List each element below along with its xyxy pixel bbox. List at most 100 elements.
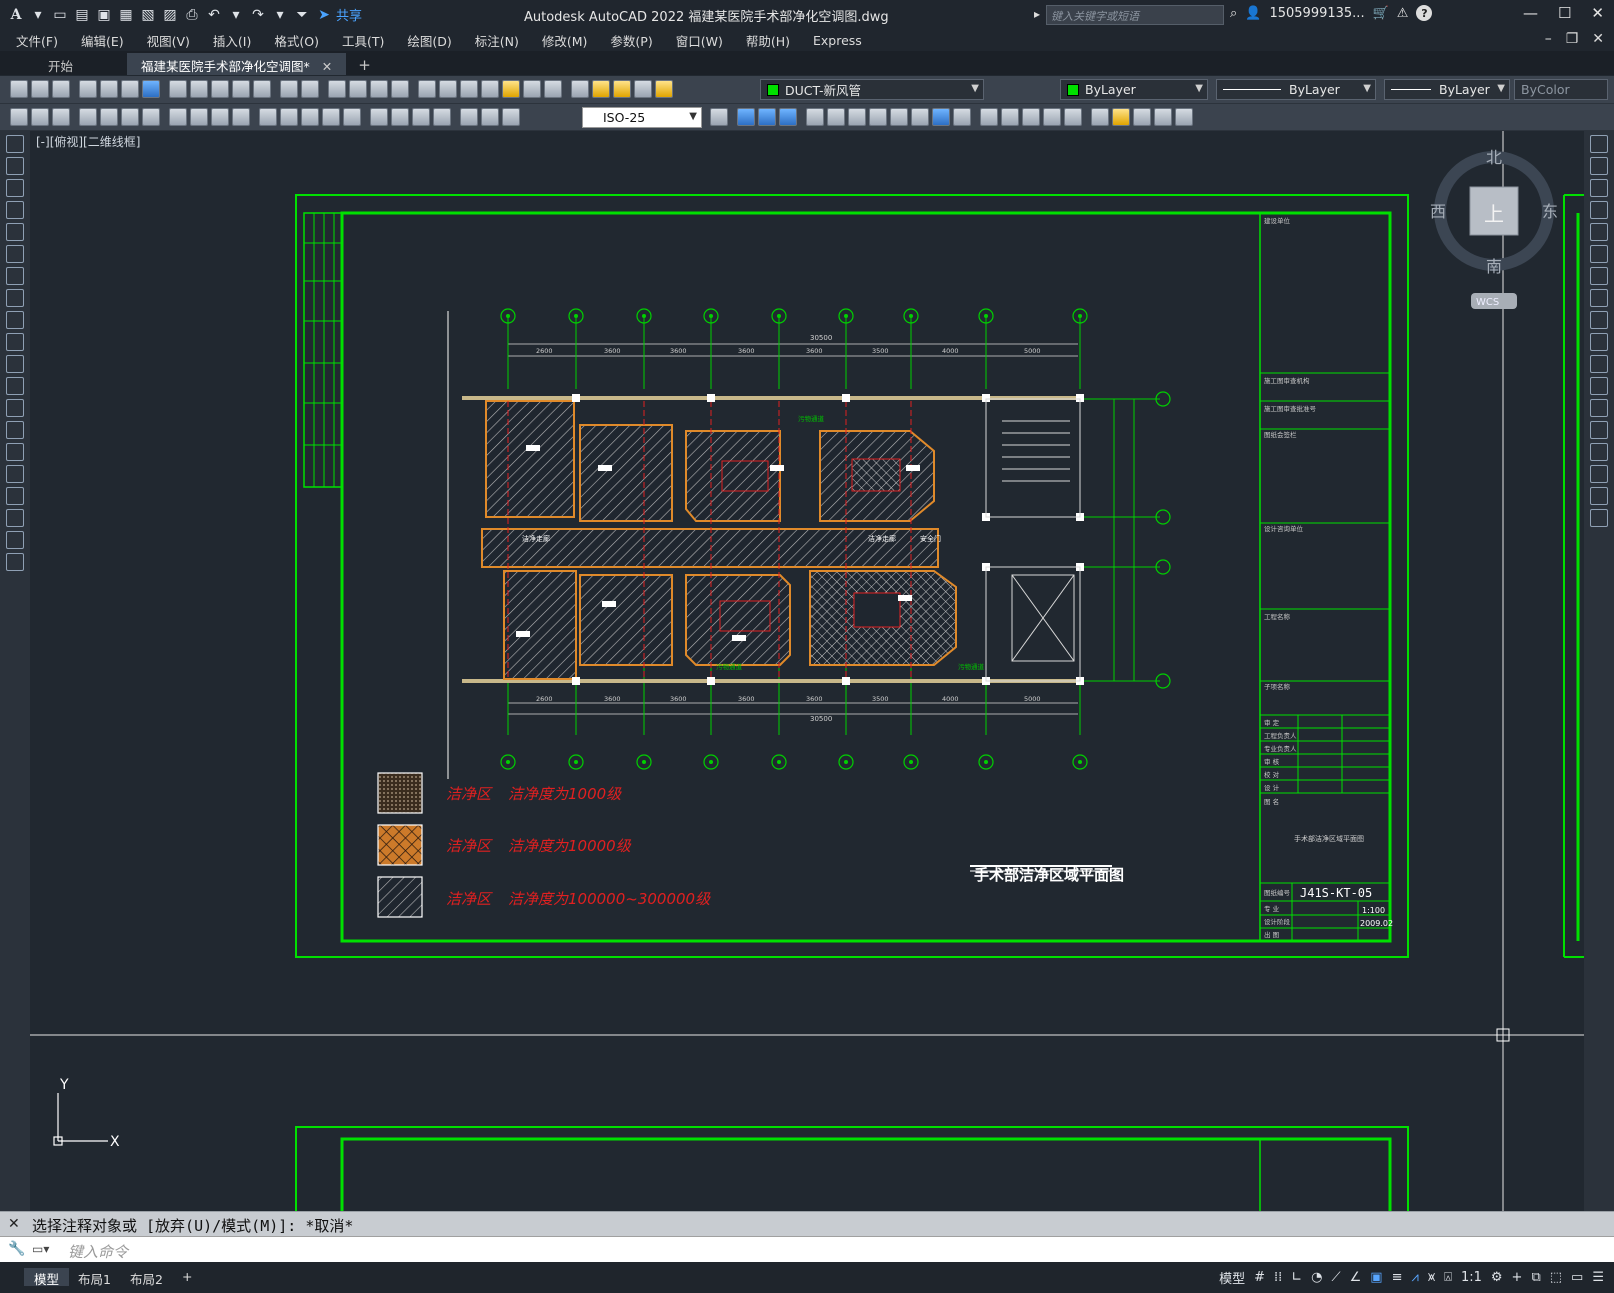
make-block-icon[interactable] (6, 399, 24, 417)
revcloud-icon[interactable] (6, 289, 24, 307)
jogged-linear-icon[interactable] (433, 108, 451, 126)
sheet-set-icon[interactable] (481, 80, 499, 98)
command-line[interactable]: 🔧 ▭▾ 键入命令 (0, 1236, 1614, 1262)
drawing-canvas[interactable]: [-][俯视][二维线框] 建设单位施工图审查机构 施工图审查批准号图纸会签栏 … (30, 131, 1584, 1211)
scale-icon[interactable] (890, 108, 908, 126)
linetype-dropdown[interactable]: ByLayer ▼ (1216, 79, 1376, 100)
break-point-side-icon[interactable] (1590, 377, 1608, 395)
menu-window[interactable]: 窗口(W) (676, 31, 723, 50)
continue-dim-icon[interactable] (301, 108, 319, 126)
group-icon[interactable] (1133, 108, 1151, 126)
menu-express[interactable]: Express (813, 33, 862, 48)
search-icon[interactable]: ⌕ (1230, 6, 1237, 21)
customize-qat-icon[interactable]: ⏷ (292, 5, 312, 25)
arc-icon[interactable] (6, 245, 24, 263)
zoom-window-icon[interactable] (370, 80, 388, 98)
autocad-logo-icon[interactable]: A (6, 5, 26, 25)
annotation-scale-icon[interactable]: ⍓ (1444, 1270, 1452, 1285)
layout-tab-model[interactable]: 模型 (24, 1268, 70, 1287)
undo-icon[interactable]: ↶ (204, 5, 224, 25)
app-menu-arrow-icon[interactable]: ▾ (28, 5, 48, 25)
linear-dim-icon[interactable] (79, 108, 97, 126)
move-icon[interactable] (848, 108, 866, 126)
calculator-icon[interactable] (523, 80, 541, 98)
tab-document[interactable]: 福建某医院手术部净化空调图* ✕ (127, 53, 347, 75)
freeze-icon[interactable] (634, 80, 652, 98)
menu-draw[interactable]: 绘图(D) (407, 31, 451, 50)
redo-icon[interactable]: ↷ (248, 5, 268, 25)
construction-line-icon[interactable] (6, 157, 24, 175)
qnew-icon[interactable] (10, 80, 28, 98)
compass-south[interactable]: 南 (1486, 257, 1502, 276)
trim-icon[interactable] (932, 108, 950, 126)
compass-west[interactable]: 西 (1430, 202, 1446, 221)
menu-edit[interactable]: 编辑(E) (81, 31, 124, 50)
baseline-dim-icon[interactable] (280, 108, 298, 126)
ungroup-icon[interactable] (1154, 108, 1172, 126)
dim-text-edit-icon[interactable] (481, 108, 499, 126)
publish-icon[interactable]: ▧ (138, 5, 158, 25)
lineweight-icon[interactable]: ≡ (1392, 1270, 1403, 1285)
mirror-icon[interactable] (779, 108, 797, 126)
menu-parametric[interactable]: 参数(P) (610, 31, 652, 50)
break-side-icon[interactable] (1590, 399, 1608, 417)
tab-start[interactable]: 开始 (34, 53, 87, 75)
plotstyle-dropdown[interactable]: ByColor (1514, 79, 1608, 100)
stretch-side-icon[interactable] (1590, 311, 1608, 329)
mtext-icon[interactable] (6, 531, 24, 549)
share-button[interactable]: 共享 (336, 5, 362, 24)
auto-scale-icon[interactable]: ⩙ (1428, 1270, 1435, 1285)
cut-icon[interactable] (169, 80, 187, 98)
customize-icon[interactable]: 🔧 (8, 1241, 25, 1257)
menu-view[interactable]: 视图(V) (147, 31, 190, 50)
layer-properties-icon[interactable] (571, 80, 589, 98)
share-icon[interactable]: ➤ (314, 5, 334, 25)
redo-dropdown-icon[interactable]: ▾ (270, 5, 290, 25)
explode-side-icon[interactable] (1590, 509, 1608, 527)
ordinate-dim-icon[interactable] (142, 108, 160, 126)
join-side-icon[interactable] (1590, 421, 1608, 439)
menu-dimension[interactable]: 标注(N) (475, 31, 519, 50)
recent-commands-icon[interactable]: ▭▾ (32, 1242, 49, 1256)
menu-modify[interactable]: 修改(M) (542, 31, 588, 50)
menu-tools[interactable]: 工具(T) (342, 31, 384, 50)
command-close-icon[interactable]: ✕ (8, 1216, 20, 1232)
match-properties-icon[interactable] (10, 108, 28, 126)
user-icon[interactable]: 👤 (1245, 6, 1261, 21)
rectangle-icon[interactable] (6, 223, 24, 241)
move-side-icon[interactable] (1590, 245, 1608, 263)
clean-screen-icon[interactable]: ▭ (1571, 1270, 1583, 1285)
ellipse-arc-icon[interactable] (6, 355, 24, 373)
dim-style-icon[interactable] (710, 108, 728, 126)
extend-icon[interactable] (953, 108, 971, 126)
design-center-icon[interactable] (439, 80, 457, 98)
array-icon[interactable] (827, 108, 845, 126)
wcs-label[interactable]: WCS (1476, 297, 1499, 308)
compass-north[interactable]: 北 (1486, 148, 1502, 167)
offset-icon[interactable] (806, 108, 824, 126)
tool-palettes-icon[interactable] (460, 80, 478, 98)
snap-icon[interactable]: ⁞⁞ (1274, 1270, 1282, 1285)
fillet-icon[interactable] (1043, 108, 1061, 126)
model-space-button[interactable]: 模型 (1219, 1268, 1245, 1287)
dim-break-icon[interactable] (343, 108, 361, 126)
menu-help[interactable]: 帮助(H) (746, 31, 790, 50)
make-block-icon[interactable] (1112, 108, 1130, 126)
tab-add-button[interactable]: + (348, 53, 381, 75)
customize-status-icon[interactable]: ☰ (1592, 1270, 1604, 1285)
isolate-icon[interactable]: ⧉ (1531, 1270, 1540, 1285)
open-icon[interactable] (31, 80, 49, 98)
import-icon[interactable]: ▨ (160, 5, 180, 25)
table-icon[interactable] (6, 509, 24, 527)
pan-icon[interactable] (328, 80, 346, 98)
dim-space-icon[interactable] (322, 108, 340, 126)
web-icon[interactable] (142, 80, 160, 98)
chamfer-icon[interactable] (1022, 108, 1040, 126)
color-dropdown[interactable]: ByLayer ▼ (1060, 79, 1208, 100)
user-account[interactable]: 1505999135... (1269, 6, 1364, 21)
mirror-side-icon[interactable] (1590, 179, 1608, 197)
tolerance-icon[interactable] (370, 108, 388, 126)
spline-icon[interactable] (6, 311, 24, 329)
matchprop-icon[interactable] (232, 80, 250, 98)
aligned-dim-icon[interactable] (100, 108, 118, 126)
